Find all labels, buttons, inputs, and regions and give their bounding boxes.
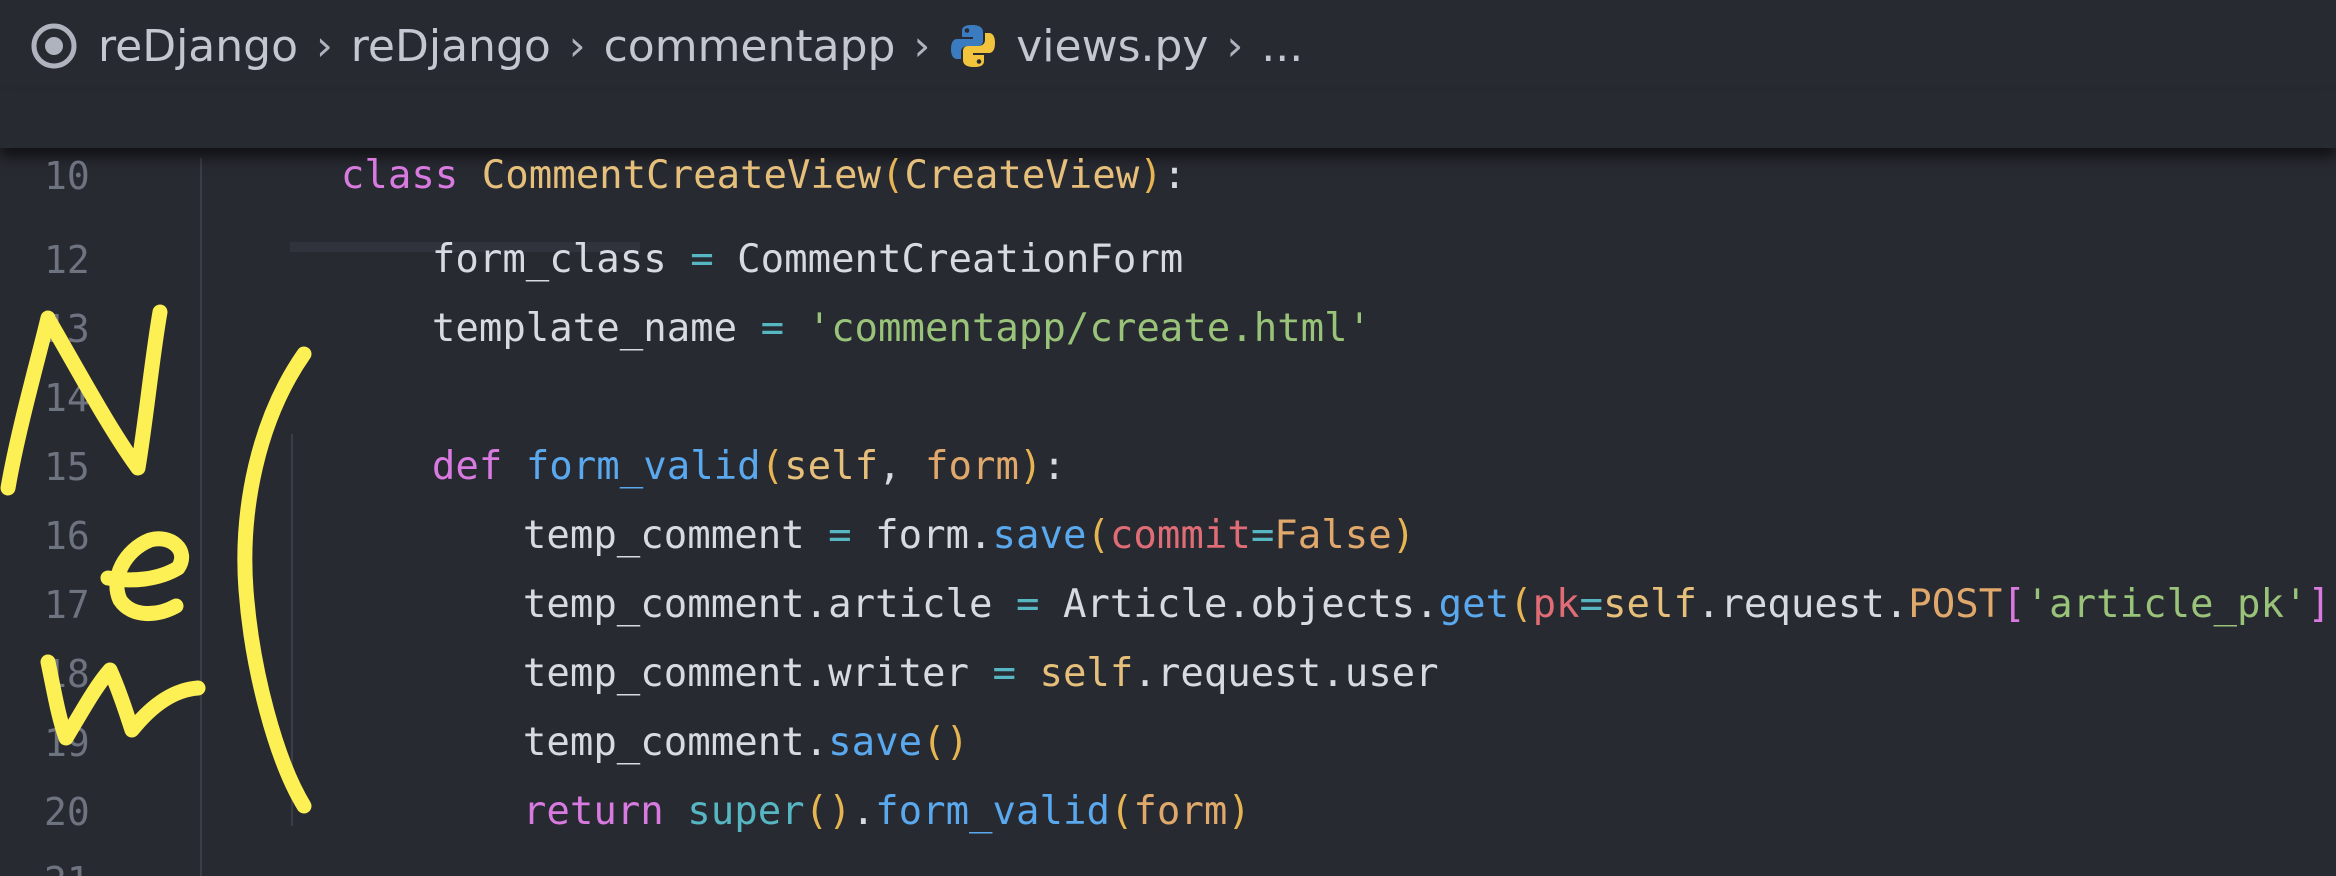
line-number: 10 [44, 154, 90, 198]
code-line[interactable]: 20 return super().form_valid(form) [0, 728, 2336, 834]
punctuation: : [1162, 153, 1187, 198]
chevron-right-icon: › [1226, 20, 1244, 70]
bracket: ) [1139, 153, 1163, 198]
code-line[interactable]: 16 temp_comment = form.save(commit=False… [0, 452, 2336, 558]
bracket: ( [880, 153, 905, 198]
code-line[interactable]: 17 temp_comment.article = Article.object… [0, 521, 2336, 627]
breadcrumb-item-project[interactable]: reDjango [351, 21, 551, 72]
breadcrumb: reDjango › reDjango › commentapp › views… [0, 0, 2336, 92]
breadcrumb-item-workspace[interactable]: reDjango [98, 21, 298, 72]
code-line[interactable]: 15 def form_valid(self, form): [0, 383, 2336, 489]
breadcrumb-item-file[interactable]: views.py [1016, 21, 1208, 72]
chevron-right-icon: › [316, 20, 333, 70]
class-name: CommentCreateView [481, 153, 881, 198]
chevron-right-icon: › [913, 20, 931, 70]
code-line[interactable]: 14 [0, 314, 2336, 420]
line-number: 21 [44, 853, 114, 876]
chevron-right-icon: › [568, 20, 586, 70]
python-file-icon [948, 21, 998, 71]
breadcrumb-item-app[interactable]: commentapp [604, 21, 896, 72]
repo-circle-icon [28, 20, 80, 72]
code-line[interactable]: 21 [0, 797, 2336, 876]
code-line[interactable]: 19 temp_comment.save() [0, 659, 2336, 765]
breadcrumb-item-more[interactable]: ... [1261, 21, 1303, 72]
sticky-scroll-line[interactable]: 10 class CommentCreateView(CreateView): [0, 92, 2336, 198]
base-class: CreateView [904, 153, 1140, 198]
keyword: class [340, 153, 459, 198]
code-line[interactable]: 10 class CommentCreateView(CreateView): [0, 92, 2336, 198]
code-line[interactable]: 18 temp_comment.writer = self.request.us… [0, 590, 2336, 696]
